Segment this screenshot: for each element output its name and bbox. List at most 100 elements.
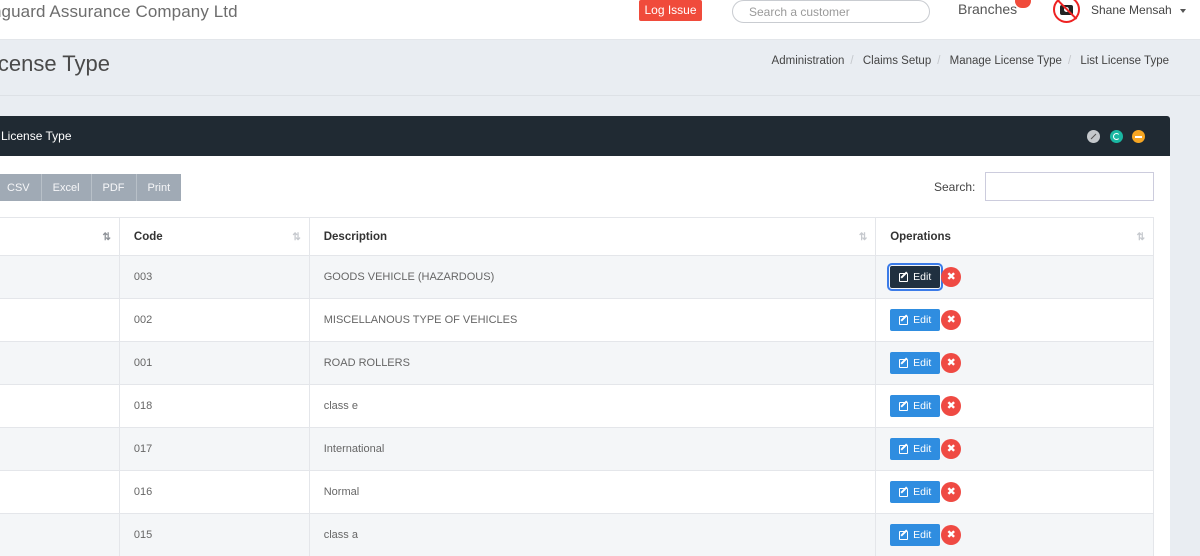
delete-button[interactable]: ✖ [941,482,962,502]
customer-search-input[interactable] [732,0,930,23]
row-index-cell [0,513,120,556]
edit-button[interactable]: Edit [890,438,941,460]
column-header-description[interactable]: Description ⇅ [308,217,877,256]
chevron-down-icon[interactable] [1180,9,1186,13]
code-cell: 002 [118,298,310,342]
edit-label: Edit [913,314,932,326]
code-cell: 017 [118,427,310,471]
column-header-code[interactable]: Code ⇅ [118,217,310,256]
table-row: 001 ROAD ROLLERS Edit ✖ [0,341,1154,385]
collapse-icon[interactable] [1132,130,1145,143]
excel-button[interactable]: Excel [41,174,92,201]
edit-icon [899,444,909,454]
print-button[interactable]: Print [136,174,182,201]
code-cell: 015 [118,513,310,556]
log-issue-button[interactable]: Log Issue [639,0,702,21]
table-row: 015 class a Edit ✖ [0,513,1154,556]
edit-button[interactable]: Edit [890,352,941,374]
code-cell: 016 [118,470,310,514]
table-search-label: Search: [934,180,976,194]
edit-icon [899,401,909,411]
user-name-menu[interactable]: Shane Mensah [1091,3,1172,17]
delete-button[interactable]: ✖ [941,267,962,287]
table-row: 003 GOODS VEHICLE (HAZARDOUS) Edit ✖ [0,255,1154,299]
app-title: nguard Assurance Company Ltd [0,2,238,21]
branches-menu[interactable]: Branches [958,1,1017,17]
row-index-cell [0,427,120,471]
edit-label: Edit [913,357,932,369]
operations-cell: Edit ✖ [875,470,1154,514]
edit-button[interactable]: Edit [890,395,941,417]
delete-button[interactable]: ✖ [941,439,962,459]
operations-cell: Edit ✖ [875,427,1154,471]
row-index-cell [0,341,120,385]
edit-label: Edit [913,529,932,541]
edit-icon [899,530,909,540]
row-index-cell [0,255,120,299]
edit-icon [899,315,909,325]
branches-notification-badge [1015,0,1031,8]
delete-button[interactable]: ✖ [941,396,962,416]
table-row: 016 Normal Edit ✖ [0,470,1154,514]
edit-label: Edit [913,400,932,412]
operations-cell: Edit ✖ [875,298,1154,342]
operations-cell: Edit ✖ [875,513,1154,556]
description-cell: MISCELLANOUS TYPE OF VEHICLES [308,298,877,342]
breadcrumb-administration[interactable]: Administration [772,55,845,67]
code-cell: 003 [118,255,310,299]
edit-button[interactable]: Edit [890,481,941,503]
description-cell: ROAD ROLLERS [308,341,877,385]
edit-button[interactable]: Edit [890,524,941,546]
operations-cell: Edit ✖ [875,255,1154,299]
sort-icon: ⇅ [858,232,868,243]
table-header-row: ⇅ Code ⇅ Description ⇅ Operations ⇅ [0,217,1154,256]
table-row: 002 MISCELLANOUS TYPE OF VEHICLES Edit ✖ [0,298,1154,342]
code-cell: 001 [118,341,310,385]
delete-button[interactable]: ✖ [941,353,962,373]
edit-icon [899,272,909,282]
row-index-cell [0,384,120,428]
license-type-table: ⇅ Code ⇅ Description ⇅ Operations ⇅ 003 GOOD… [0,217,1154,556]
expand-icon[interactable] [1087,130,1100,143]
page-title: icense Type [0,51,111,76]
table-search-input[interactable] [985,172,1154,201]
sort-icon: ⇅ [102,232,112,243]
row-index-cell [0,470,120,514]
panel-header: l License Type [0,116,1170,156]
code-cell: 018 [118,384,310,428]
delete-button[interactable]: ✖ [941,525,962,545]
edit-label: Edit [913,486,932,498]
edit-label: Edit [913,443,932,455]
panel-title: l License Type [0,129,72,143]
sort-icon: ⇅ [292,232,301,243]
pdf-button[interactable]: PDF [91,174,137,201]
table-row: 018 class e Edit ✖ [0,384,1154,428]
description-cell: International [308,427,877,471]
edit-icon [899,487,909,497]
sort-icon: ⇅ [1136,232,1146,243]
user-avatar[interactable] [1053,0,1080,23]
edit-label: Edit [913,271,932,283]
description-cell: class a [308,513,877,556]
page-header: icense Type Administration / Claims Setup… [0,40,1200,96]
operations-cell: Edit ✖ [875,384,1154,428]
page-scrollbar-area [1170,96,1200,556]
breadcrumb-current: List License Type [1080,55,1169,67]
breadcrumb-claims-setup[interactable]: Claims Setup [863,55,931,67]
panel-body: CSV Excel PDF Print Search: ⇅ Code ⇅ Desc… [0,156,1170,556]
export-button-group: CSV Excel PDF Print [0,174,182,201]
description-cell: GOODS VEHICLE (HAZARDOUS) [308,255,877,299]
column-header-index[interactable]: ⇅ [0,217,120,256]
description-cell: class e [308,384,877,428]
edit-button[interactable]: Edit [890,309,941,331]
refresh-icon[interactable] [1110,130,1123,143]
table-body: 003 GOODS VEHICLE (HAZARDOUS) Edit ✖ 002 MISC… [0,255,1154,556]
column-header-operations[interactable]: Operations ⇅ [875,217,1154,256]
delete-button[interactable]: ✖ [941,310,962,330]
edit-button[interactable]: Edit [887,263,944,291]
description-cell: Normal [308,470,877,514]
csv-button[interactable]: CSV [0,174,42,201]
operations-cell: Edit ✖ [875,341,1154,385]
table-row: 017 International Edit ✖ [0,427,1154,471]
breadcrumb-manage-license-type[interactable]: Manage License Type [950,55,1062,67]
